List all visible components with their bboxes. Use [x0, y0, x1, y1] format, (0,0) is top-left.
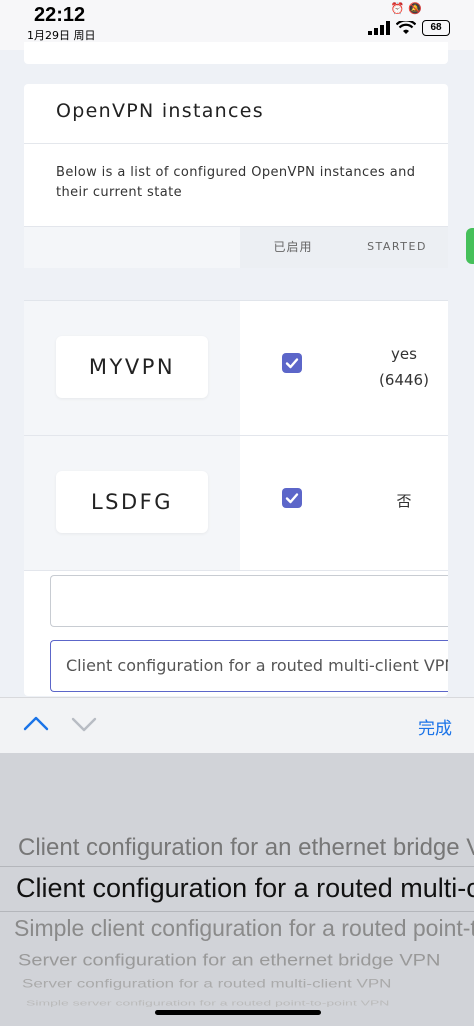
instance-name-button[interactable]: MYVPN: [56, 336, 208, 398]
picker-option[interactable]: Server configuration for an ethernet bri…: [18, 951, 474, 971]
status-date: 1月29日 周日: [27, 29, 96, 42]
enabled-checkbox[interactable]: [282, 488, 302, 508]
table-row: LSDFG 否: [24, 436, 448, 571]
template-select[interactable]: Client configuration for a routed multi-…: [50, 640, 448, 692]
started-status: 否: [396, 492, 412, 510]
picker-option[interactable]: Client configuration for an ethernet bri…: [18, 834, 474, 862]
name-input[interactable]: [50, 575, 448, 627]
openvpn-instances-card: OpenVPN instances Below is a list of con…: [24, 84, 448, 696]
side-tab[interactable]: [466, 228, 474, 264]
picker-toolbar: 完成: [0, 697, 474, 754]
battery-indicator: 68: [422, 20, 450, 36]
instance-name-button[interactable]: LSDFG: [56, 471, 208, 533]
table-header: 已启用 STARTED: [24, 226, 448, 269]
chevron-down-icon: [71, 717, 97, 732]
table-spacer-row: [24, 268, 448, 301]
checkmark-icon: [285, 493, 299, 504]
alarm-icon: ⏰: [390, 2, 405, 15]
picker-option-selected[interactable]: Client configuration for a routed multi-…: [0, 866, 474, 912]
signal-icon: [368, 21, 390, 35]
picker-option[interactable]: Simple server configuration for a routed…: [26, 999, 474, 1007]
picker-wheel[interactable]: Client configuration for an ethernet bri…: [0, 753, 474, 1026]
picker-option[interactable]: Server configuration for a routed multi-…: [22, 977, 474, 991]
started-status: yes (6446): [379, 345, 429, 389]
mute-icon: 🔕: [408, 2, 422, 15]
done-button[interactable]: 完成: [418, 714, 452, 739]
header-started: STARTED: [367, 240, 427, 253]
divider: [24, 143, 448, 144]
enabled-checkbox[interactable]: [282, 353, 302, 373]
card-description: Below is a list of configured OpenVPN in…: [56, 165, 416, 200]
header-enabled: 已启用: [273, 240, 313, 254]
picker-option[interactable]: Simple client configuration for a routed…: [14, 915, 474, 942]
card-title: OpenVPN instances: [56, 100, 264, 122]
table-row: MYVPN yes (6446): [24, 301, 448, 436]
previous-card: [24, 42, 448, 64]
wifi-icon: [396, 21, 416, 34]
checkmark-icon: [285, 358, 299, 369]
home-indicator: [155, 1010, 321, 1015]
status-time: 22:12: [34, 4, 86, 26]
chevron-up-icon[interactable]: [22, 712, 50, 736]
